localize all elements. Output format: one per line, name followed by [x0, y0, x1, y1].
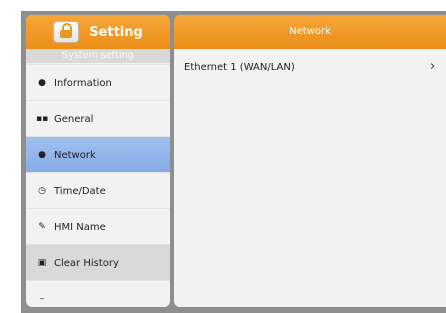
sidebar-item-label: Information [54, 77, 112, 89]
network-panel: Network Ethernet 1 (WAN/LAN) › [174, 15, 446, 307]
sidebar-subtitle: System setting [26, 49, 170, 63]
ethernet-row[interactable]: Ethernet 1 (WAN/LAN) › [174, 56, 446, 80]
sidebar-item-network[interactable]: ● Network [26, 136, 170, 173]
sidebar-item-time-date[interactable]: ◷ Time/Date [26, 172, 170, 209]
clear-history-icon: ▣ [37, 258, 47, 268]
network-icon: ● [38, 150, 46, 160]
sidebar-item-general[interactable]: ▪▪ General [26, 100, 170, 137]
sidebar-item-hmi-name[interactable]: ✎ HMI Name [26, 208, 170, 245]
sidebar-item-label: Time/Date [54, 185, 106, 197]
panel-title: Network [174, 15, 446, 49]
sidebar-item-information[interactable]: ● Information [26, 64, 170, 101]
chevron-right-icon: › [430, 59, 436, 74]
grid-icon: ▪▪ [36, 114, 49, 124]
sidebar-item-clear-history[interactable]: ▣ Clear History [26, 244, 170, 281]
sidebar-title: Setting [89, 24, 143, 40]
sidebar-header: Setting [26, 15, 170, 49]
clock-icon: ◷ [38, 186, 46, 196]
sidebar-item-label: Clear History [54, 257, 119, 269]
lock-icon [53, 21, 80, 43]
settings-sidebar: Setting System setting ● Information ▪▪ … [26, 15, 170, 307]
partial-item-icon: – [39, 294, 45, 304]
sidebar-item-partial[interactable]: – [26, 280, 170, 307]
info-icon: ● [38, 78, 46, 88]
row-label: Ethernet 1 (WAN/LAN) [184, 62, 295, 73]
sidebar-item-label: Network [54, 149, 96, 161]
sidebar-item-label: HMI Name [54, 221, 106, 233]
sidebar-item-label: General [54, 113, 94, 125]
pen-icon: ✎ [38, 222, 46, 232]
